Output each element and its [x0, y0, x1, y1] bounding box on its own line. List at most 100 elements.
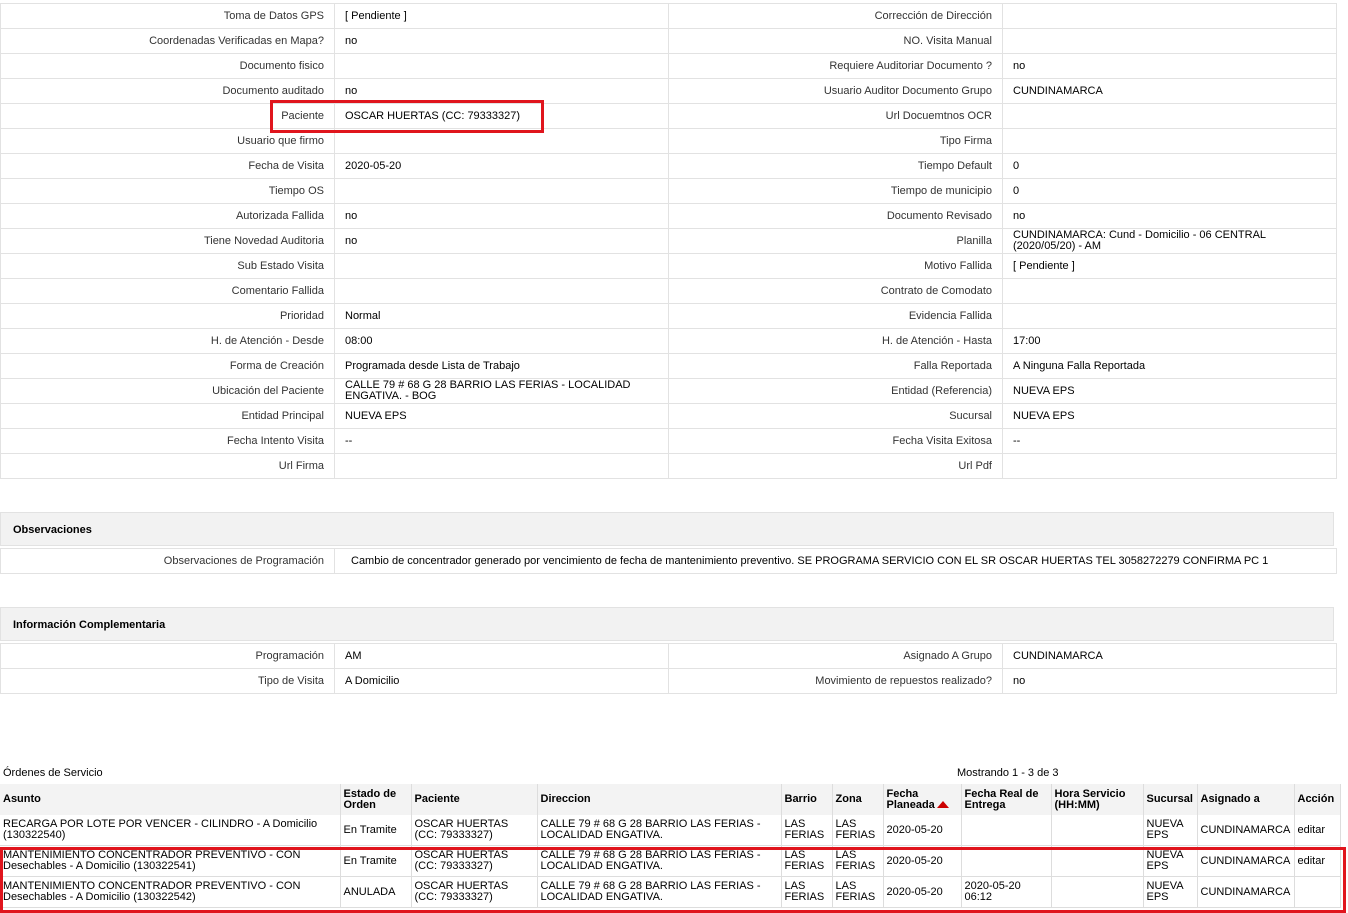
column-header-label: Hora Servicio (HH:MM) — [1054, 787, 1126, 811]
tiene-novedad-auditoria-value: no — [334, 228, 669, 254]
column-header-estado-de-orden[interactable]: Estado de Orden — [340, 784, 412, 815]
complementaria-title: Información Complementaria — [0, 607, 1334, 641]
cell-direccion: CALLE 79 # 68 G 28 BARRIO LAS FERIAS - L… — [537, 876, 782, 908]
column-header-asignado-a[interactable]: Asignado a — [1197, 784, 1295, 815]
column-header-label: Estado de Orden — [343, 787, 397, 811]
asignado-a-grupo-value: CUNDINAMARCA — [1002, 643, 1337, 669]
table-row: RECARGA POR LOTE POR VENCER - CILINDRO -… — [0, 815, 1341, 846]
cell-paciente: OSCAR HUERTAS (CC: 79333327) — [411, 845, 538, 877]
column-header-hora-servicio-hh-mm[interactable]: Hora Servicio (HH:MM) — [1051, 784, 1144, 815]
forma-de-creacion-value: Programada desde Lista de Trabajo — [334, 353, 669, 379]
programacion-value: AM — [334, 643, 669, 669]
column-header-label: Asunto — [3, 793, 41, 805]
tipo-de-visita-value: A Domicilio — [334, 668, 669, 694]
orders-table: Asunto Estado de Orden Paciente Direccion Ba… — [0, 784, 1341, 908]
column-header-direccion[interactable]: Direccion — [537, 784, 782, 815]
cell-accion — [1294, 876, 1341, 908]
sort-ascending-icon[interactable] — [936, 801, 949, 809]
tipo-de-visita-label: Tipo de Visita — [0, 668, 335, 694]
falla-reportada-label: Falla Reportada — [668, 353, 1003, 379]
column-header-label: Fecha Real de Entrega — [964, 787, 1039, 811]
url-firma-value — [334, 453, 669, 479]
no-visita-manual-value — [1002, 28, 1337, 54]
cell-asignado-a: CUNDINAMARCA — [1197, 876, 1295, 908]
column-header-fecha-planeada[interactable]: Fecha Planeada — [883, 784, 962, 815]
autorizada-fallida-label: Autorizada Fallida — [0, 203, 335, 229]
autorizada-fallida-value: no — [334, 203, 669, 229]
column-header-asunto[interactable]: Asunto — [0, 784, 341, 815]
cell-estado-de-orden: En Tramite — [340, 815, 412, 846]
cell-hora-servicio-hh-mm — [1051, 845, 1144, 877]
cell-hora-servicio-hh-mm — [1051, 876, 1144, 908]
detail-row: Documento fisico Requiere Auditoriar Docu… — [0, 53, 1337, 79]
correccion-de-direccion-label: Corrección de Dirección — [668, 3, 1003, 29]
requiere-auditoriar-documento-value: no — [1002, 53, 1337, 79]
coordenadas-verificadas-en-mapa-label: Coordenadas Verificadas en Mapa? — [0, 28, 335, 54]
fecha-visita-exitosa-value: -- — [1002, 428, 1337, 454]
edit-link[interactable]: editar — [1298, 855, 1326, 867]
evidencia-fallida-label: Evidencia Fallida — [668, 303, 1003, 329]
cell-zona: LAS FERIAS — [832, 876, 884, 908]
entidad-principal-label: Entidad Principal — [0, 403, 335, 429]
column-header-accion[interactable]: Acción — [1294, 784, 1341, 815]
asignado-a-grupo-label: Asignado A Grupo — [668, 643, 1003, 669]
cell-accion: editar — [1294, 815, 1341, 846]
no-visita-manual-label: NO. Visita Manual — [668, 28, 1003, 54]
toma-de-datos-gps-value: [ Pendiente ] — [334, 3, 669, 29]
column-header-sucursal[interactable]: Sucursal — [1143, 784, 1198, 815]
detail-row: H. de Atención - Desde 08:00 H. de Atenció… — [0, 328, 1337, 354]
cell-fecha-planeada: 2020-05-20 — [883, 876, 962, 908]
column-header-fecha-real-de-entrega[interactable]: Fecha Real de Entrega — [961, 784, 1052, 815]
detail-row: Fecha de Visita 2020-05-20 Tiempo Default… — [0, 153, 1337, 179]
detail-row: Toma de Datos GPS[ Pendiente ] Corrección… — [0, 3, 1337, 29]
detail-row: Programación AM Asignado A Grupo CUNDINAMAR… — [0, 643, 1337, 669]
cell-sucursal: NUEVA EPS — [1143, 845, 1198, 877]
planilla-label: Planilla — [668, 228, 1003, 254]
detail-row: Fecha Intento Visita -- Fecha Visita Exit… — [0, 428, 1337, 454]
column-header-label: Fecha Planeada — [886, 787, 935, 811]
fecha-de-visita-value: 2020-05-20 — [334, 153, 669, 179]
motivo-fallida-label: Motivo Fallida — [668, 253, 1003, 279]
detail-row: Tiempo OS Tiempo de municipio 0 — [0, 178, 1337, 204]
documento-revisado-value: no — [1002, 203, 1337, 229]
cell-fecha-planeada: 2020-05-20 — [883, 845, 962, 877]
cell-asunto: RECARGA POR LOTE POR VENCER - CILINDRO -… — [0, 815, 341, 846]
column-header-label: Asignado a — [1200, 793, 1260, 805]
url-pdf-label: Url Pdf — [668, 453, 1003, 479]
column-header-label: Paciente — [414, 793, 460, 805]
observaciones-title: Observaciones — [0, 512, 1334, 546]
fecha-de-visita-label: Fecha de Visita — [0, 153, 335, 179]
usuario-que-firmo-value — [334, 128, 669, 154]
cell-asignado-a: CUNDINAMARCA — [1197, 815, 1295, 846]
tiempo-os-label: Tiempo OS — [0, 178, 335, 204]
url-firma-label: Url Firma — [0, 453, 335, 479]
tiempo-default-value: 0 — [1002, 153, 1337, 179]
coordenadas-verificadas-en-mapa-value: no — [334, 28, 669, 54]
prioridad-label: Prioridad — [0, 303, 335, 329]
url-docuemtnos-ocr-value — [1002, 103, 1337, 129]
edit-link[interactable]: editar — [1298, 824, 1326, 836]
column-header-barrio[interactable]: Barrio — [781, 784, 833, 815]
tiene-novedad-auditoria-label: Tiene Novedad Auditoria — [0, 228, 335, 254]
sub-estado-visita-value — [334, 253, 669, 279]
tiempo-default-label: Tiempo Default — [668, 153, 1003, 179]
column-header-label: Sucursal — [1146, 793, 1193, 805]
column-header-zona[interactable]: Zona — [832, 784, 884, 815]
tipo-firma-label: Tipo Firma — [668, 128, 1003, 154]
column-header-paciente[interactable]: Paciente — [411, 784, 538, 815]
entidad-referencia-value: NUEVA EPS — [1002, 378, 1337, 404]
detail-row: Entidad Principal NUEVA EPS Sucursal NUEVA … — [0, 403, 1337, 429]
cell-zona: LAS FERIAS — [832, 845, 884, 877]
tipo-firma-value — [1002, 128, 1337, 154]
sucursal-label: Sucursal — [668, 403, 1003, 429]
correccion-de-direccion-value — [1002, 3, 1337, 29]
detail-row: Prioridad Normal Evidencia Fallida — [0, 303, 1337, 329]
tiempo-de-municipio-label: Tiempo de municipio — [668, 178, 1003, 204]
h-de-atencion-desde-value: 08:00 — [334, 328, 669, 354]
detail-row: Tiene Novedad Auditoria no Planilla CUNDIN… — [0, 228, 1337, 254]
detail-row: Comentario Fallida Contrato de Comodato — [0, 278, 1337, 304]
fecha-visita-exitosa-label: Fecha Visita Exitosa — [668, 428, 1003, 454]
cell-barrio: LAS FERIAS — [781, 845, 833, 877]
detail-row: Paciente OSCAR HUERTAS (CC: 79333327) Url … — [0, 103, 1337, 129]
documento-fisico-value — [334, 53, 669, 79]
